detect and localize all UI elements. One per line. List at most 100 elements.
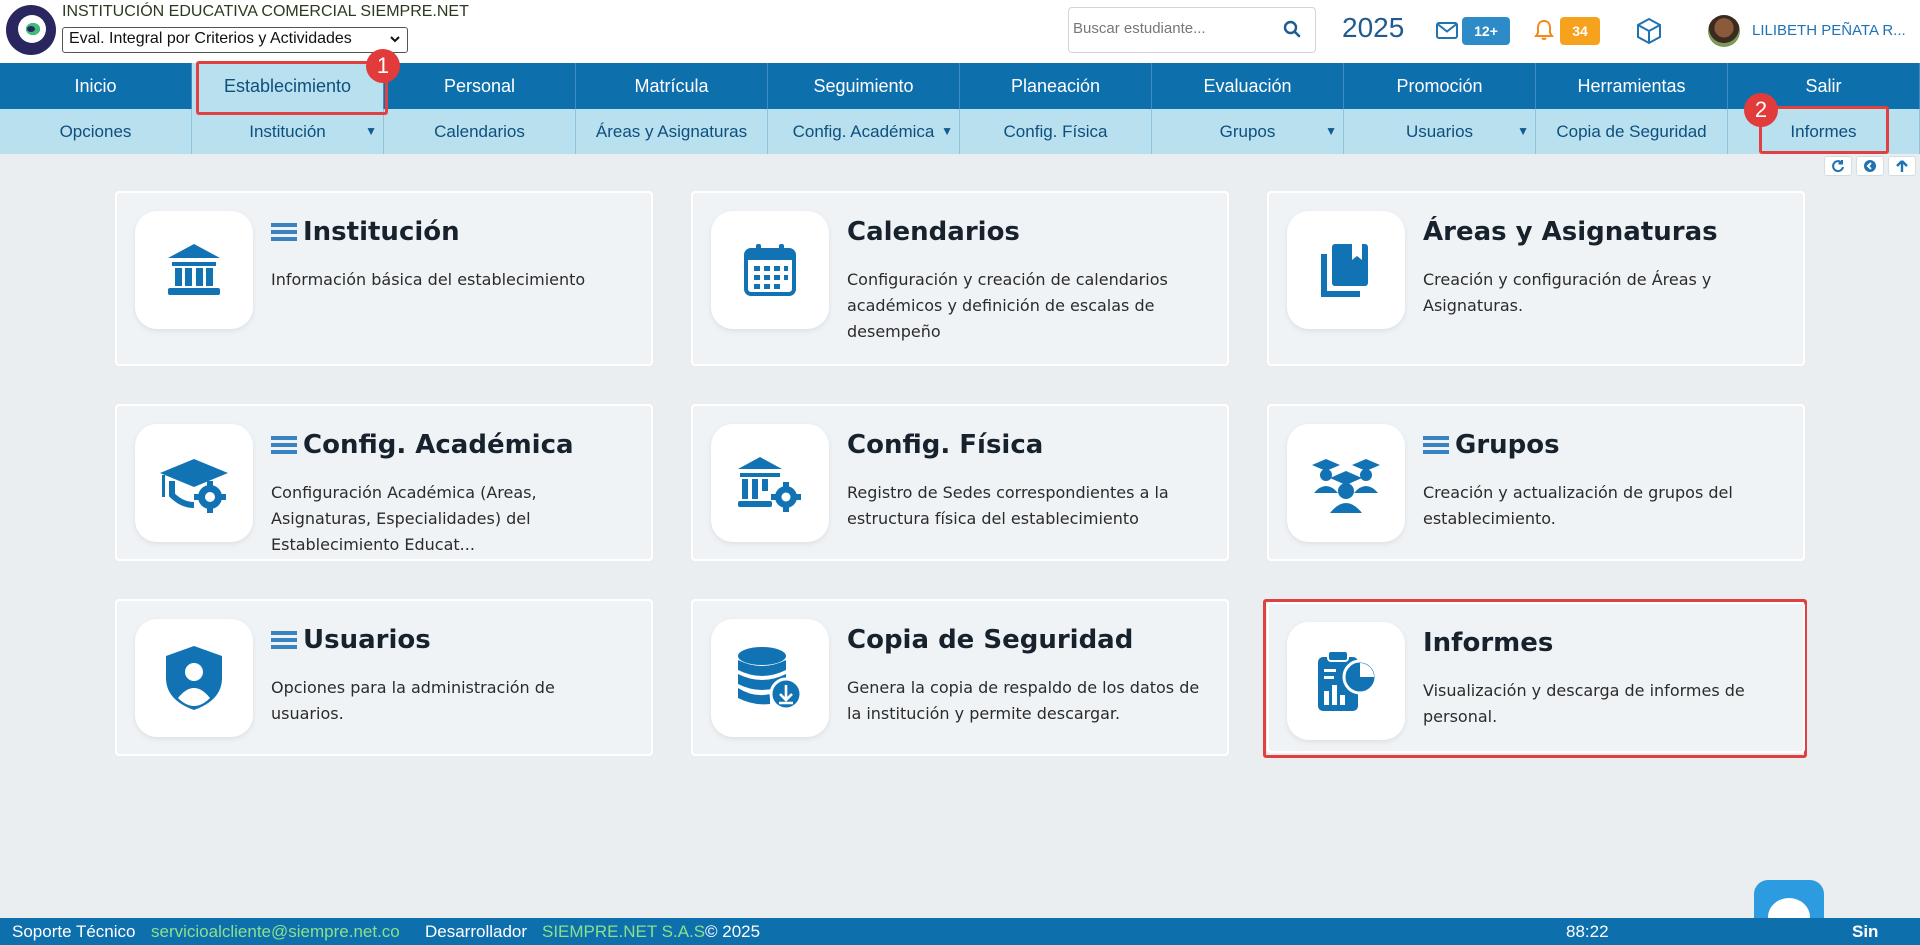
developer-link[interactable]: SIEMPRE.NET S.A.S (542, 918, 705, 945)
card-title[interactable]: Config. Física (847, 430, 1043, 460)
subnav-copia-seguridad[interactable]: Copia de Seguridad (1536, 109, 1728, 154)
subnav-usuarios[interactable]: Usuarios ▼ (1344, 109, 1536, 154)
nav-personal[interactable]: Personal (384, 63, 576, 109)
card-title[interactable]: Institución (271, 217, 460, 247)
bell-icon[interactable] (1532, 18, 1556, 42)
group-icon (1312, 459, 1380, 513)
subnav-config-fisica[interactable]: Config. Física (960, 109, 1152, 154)
card-title-text: Config. Académica (303, 430, 574, 460)
card-icon-box (135, 424, 253, 542)
nav-seguimiento[interactable]: Seguimiento (768, 63, 960, 109)
subnav-institucion[interactable]: Institución ▼ (192, 109, 384, 154)
menu-icon (271, 223, 297, 241)
nav-evaluacion[interactable]: Evaluación (1152, 63, 1344, 109)
menu-icon (1423, 436, 1449, 454)
card-title-text: Grupos (1455, 430, 1560, 460)
card-calendarios[interactable]: Calendarios Configuración y creación de … (691, 191, 1229, 366)
step-marker: 2 (1744, 93, 1778, 127)
menu-icon (271, 631, 297, 649)
card-description: Configuración y creación de calendarios … (847, 270, 1168, 341)
card-title-text: Copia de Seguridad (847, 625, 1134, 655)
card-title[interactable]: Copia de Seguridad (847, 625, 1133, 655)
evaluation-type-select[interactable]: Eval. Integral por Criterios y Actividad… (62, 27, 408, 53)
subnav-label: Institución (249, 122, 326, 141)
page-tools (1824, 156, 1916, 176)
mail-icon[interactable] (1435, 19, 1459, 41)
card-copia-seguridad[interactable]: Copia de Seguridad Genera la copia de re… (691, 599, 1229, 756)
subnav-calendarios[interactable]: Calendarios (384, 109, 576, 154)
institution-name: INSTITUCIÓN EDUCATIVA COMERCIAL SIEMPRE.… (62, 3, 469, 20)
back-icon[interactable] (1856, 156, 1884, 176)
institution-logo[interactable] (6, 5, 56, 55)
cube-icon[interactable] (1634, 16, 1664, 46)
card-description: Registro de Sedes correspondientes a la … (847, 483, 1169, 528)
mail-count-badge[interactable]: 12+ (1462, 17, 1510, 45)
card-icon-box (1287, 622, 1405, 740)
subnav-label: Config. Física (1003, 122, 1108, 141)
card-title-text: Config. Física (847, 430, 1044, 460)
card-title[interactable]: Informes (1423, 628, 1553, 658)
support-email-link[interactable]: servicioalcliente@siempre.net.co (151, 918, 400, 945)
card-config-academica[interactable]: Config. Académica Configuración Académic… (115, 404, 653, 561)
card-icon-box (711, 424, 829, 542)
bank-icon (168, 244, 220, 295)
card-description: Genera la copia de respaldo de los datos… (847, 678, 1200, 723)
subnav-areas-asignaturas[interactable]: Áreas y Asignaturas (576, 109, 768, 154)
card-institucion[interactable]: Institución Información básica del estab… (115, 191, 653, 366)
dropdown-triangle-icon: ▼ (1325, 124, 1337, 138)
card-title[interactable]: Grupos (1423, 430, 1560, 460)
search-icon[interactable] (1283, 20, 1301, 38)
calendar-icon (744, 244, 796, 296)
user-shield-icon (166, 646, 222, 710)
avatar[interactable] (1708, 15, 1740, 47)
card-grupos[interactable]: Grupos Creación y actualización de grupo… (1267, 404, 1805, 561)
nav-matricula[interactable]: Matrícula (576, 63, 768, 109)
nav-inicio[interactable]: Inicio (0, 63, 192, 109)
card-description: Creación y actualización de grupos del e… (1423, 483, 1733, 528)
arrow-up-icon[interactable] (1888, 156, 1916, 176)
card-areas-asignaturas[interactable]: Áreas y Asignaturas Creación y configura… (1267, 191, 1805, 366)
refresh-icon[interactable] (1824, 156, 1852, 176)
card-config-fisica[interactable]: Config. Física Registro de Sedes corresp… (691, 404, 1229, 561)
academic-year[interactable]: 2025 (1342, 12, 1404, 44)
subnav-label: Áreas y Asignaturas (595, 122, 748, 141)
card-title[interactable]: Calendarios (847, 217, 1020, 247)
card-description: Creación y configuración de Áreas y Asig… (1423, 270, 1712, 315)
nav-planeacion[interactable]: Planeación (960, 63, 1152, 109)
card-title-text: Calendarios (847, 217, 1020, 247)
copyright: © 2025 (705, 922, 761, 941)
card-icon-box (1287, 211, 1405, 329)
card-title[interactable]: Config. Académica (271, 430, 574, 460)
book-icon (1321, 244, 1368, 297)
student-search-input[interactable] (1073, 20, 1273, 37)
nav-promocion[interactable]: Promoción (1344, 63, 1536, 109)
subnav-config-academica[interactable]: Config. Académica ▼ (768, 109, 960, 154)
card-title[interactable]: Usuarios (271, 625, 431, 655)
card-title-text: Informes (1423, 628, 1554, 658)
nav-herramientas[interactable]: Herramientas (1536, 63, 1728, 109)
notification-count-badge[interactable]: 34 (1560, 17, 1600, 45)
card-description: Configuración Académica (Areas, Asignatu… (271, 483, 537, 554)
card-title[interactable]: Áreas y Asignaturas (1423, 217, 1718, 247)
card-title-text: Usuarios (303, 625, 431, 655)
highlight-informes-subnav (1759, 106, 1889, 154)
step-marker: 1 (366, 49, 400, 83)
card-description: Visualización y descarga de informes de … (1423, 681, 1745, 726)
card-description: Información básica del establecimiento (271, 270, 586, 289)
card-usuarios[interactable]: Usuarios Opciones para la administración… (115, 599, 653, 756)
subnav-label: Config. Académica (792, 122, 935, 141)
building-gear-icon (738, 457, 801, 512)
subnav-label: Usuarios (1405, 122, 1474, 141)
dropdown-triangle-icon: ▼ (941, 124, 953, 138)
user-name[interactable]: LILIBETH PEÑATA R... (1752, 22, 1906, 39)
chevron-down-icon (389, 32, 401, 48)
card-icon-box (711, 619, 829, 737)
subnav-label: Opciones (59, 122, 132, 141)
subnav-opciones[interactable]: Opciones (0, 109, 192, 154)
highlight-establecimiento (196, 61, 388, 115)
card-description: Opciones para la administración de usuar… (271, 678, 555, 723)
subnav-label: Copia de Seguridad (1556, 122, 1707, 141)
subnav-grupos[interactable]: Grupos ▼ (1152, 109, 1344, 154)
card-informes[interactable]: Informes Visualización y descarga de inf… (1267, 602, 1805, 753)
card-icon-box (1287, 424, 1405, 542)
